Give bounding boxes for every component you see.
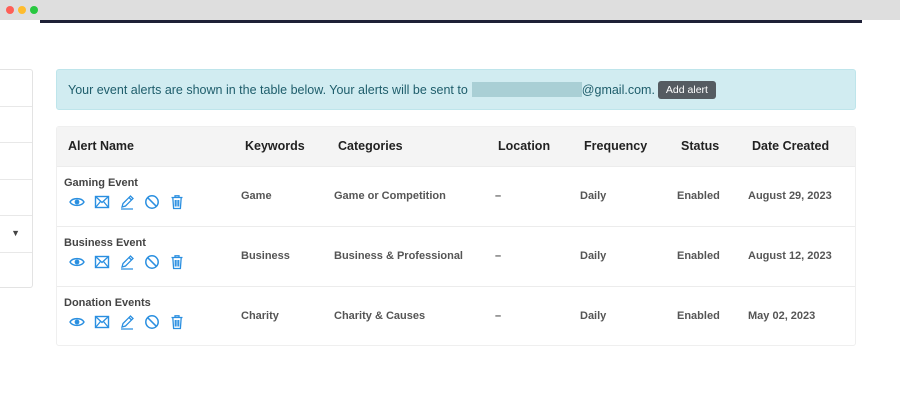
table-row: Donation Events Charity Charity & Causes…: [57, 286, 855, 346]
alerts-table: Alert Name Keywords Categories Location …: [56, 126, 856, 346]
header-alert-name: Alert Name: [68, 139, 134, 153]
header-categories: Categories: [338, 139, 403, 153]
sidebar-item[interactable]: [0, 180, 32, 216]
alert-name: Gaming Event: [64, 177, 138, 189]
eye-icon[interactable]: [69, 194, 85, 210]
alert-status: Enabled: [677, 310, 720, 322]
site-header-strip: [40, 20, 862, 23]
table-header: Alert Name Keywords Categories Location …: [57, 127, 855, 166]
alert-category: Charity & Causes: [334, 310, 426, 322]
sidebar-dropdown-item[interactable]: ▼: [0, 216, 32, 253]
alert-date-created: August 29, 2023: [748, 190, 832, 202]
header-frequency: Frequency: [584, 139, 648, 153]
row-actions: [69, 194, 185, 210]
envelope-icon[interactable]: [94, 194, 110, 210]
alert-date-created: August 12, 2023: [748, 250, 832, 262]
alert-status: Enabled: [677, 250, 720, 262]
sidebar-item[interactable]: [0, 70, 32, 107]
pencil-icon[interactable]: [119, 314, 135, 330]
alert-keywords: Game: [241, 190, 272, 202]
alert-location: –: [495, 310, 502, 322]
header-keywords: Keywords: [245, 139, 305, 153]
alert-category: Game or Competition: [334, 190, 446, 202]
close-window-icon[interactable]: [6, 6, 14, 14]
sidebar-item[interactable]: [0, 143, 32, 180]
caret-down-icon: ▼: [11, 228, 20, 238]
alert-keywords: Charity: [241, 310, 279, 322]
disable-icon[interactable]: [144, 194, 160, 210]
alert-frequency: Daily: [580, 190, 607, 202]
sidebar-item[interactable]: [0, 107, 32, 143]
header-date-created: Date Created: [752, 139, 830, 153]
info-alert: Your event alerts are shown in the table…: [56, 69, 856, 110]
alert-name: Business Event: [64, 237, 146, 249]
pencil-icon[interactable]: [119, 194, 135, 210]
alert-category: Business & Professional: [334, 250, 463, 262]
disable-icon[interactable]: [144, 254, 160, 270]
envelope-icon[interactable]: [94, 254, 110, 270]
row-actions: [69, 254, 185, 270]
minimize-window-icon[interactable]: [18, 6, 26, 14]
maximize-window-icon[interactable]: [30, 6, 38, 14]
disable-icon[interactable]: [144, 314, 160, 330]
trash-icon[interactable]: [169, 314, 185, 330]
table-row: Gaming Event Game Game or Competition – …: [57, 166, 855, 226]
redacted-email: [471, 82, 582, 97]
header-status: Status: [681, 139, 720, 153]
alert-message: Your event alerts are shown in the table…: [68, 82, 468, 97]
add-alert-button[interactable]: Add alert: [657, 80, 716, 99]
alert-location: –: [495, 250, 502, 262]
eye-icon[interactable]: [69, 314, 85, 330]
header-location: Location: [498, 139, 551, 153]
sidebar-item[interactable]: [0, 253, 32, 290]
alert-keywords: Business: [241, 250, 290, 262]
pencil-icon[interactable]: [119, 254, 135, 270]
table-row: Business Event Business Business & Profe…: [57, 226, 855, 286]
trash-icon[interactable]: [169, 194, 185, 210]
envelope-icon[interactable]: [94, 314, 110, 330]
trash-icon[interactable]: [169, 254, 185, 270]
row-actions: [69, 314, 185, 330]
alert-date-created: May 02, 2023: [748, 310, 816, 322]
sidebar-menu: ▼: [0, 69, 33, 288]
alert-frequency: Daily: [580, 310, 607, 322]
email-suffix: @gmail.com.: [581, 82, 655, 97]
alert-name: Donation Events: [64, 297, 151, 309]
alert-status: Enabled: [677, 190, 720, 202]
browser-chrome: [0, 0, 900, 20]
alert-frequency: Daily: [580, 250, 607, 262]
alert-location: –: [495, 190, 502, 202]
eye-icon[interactable]: [69, 254, 85, 270]
